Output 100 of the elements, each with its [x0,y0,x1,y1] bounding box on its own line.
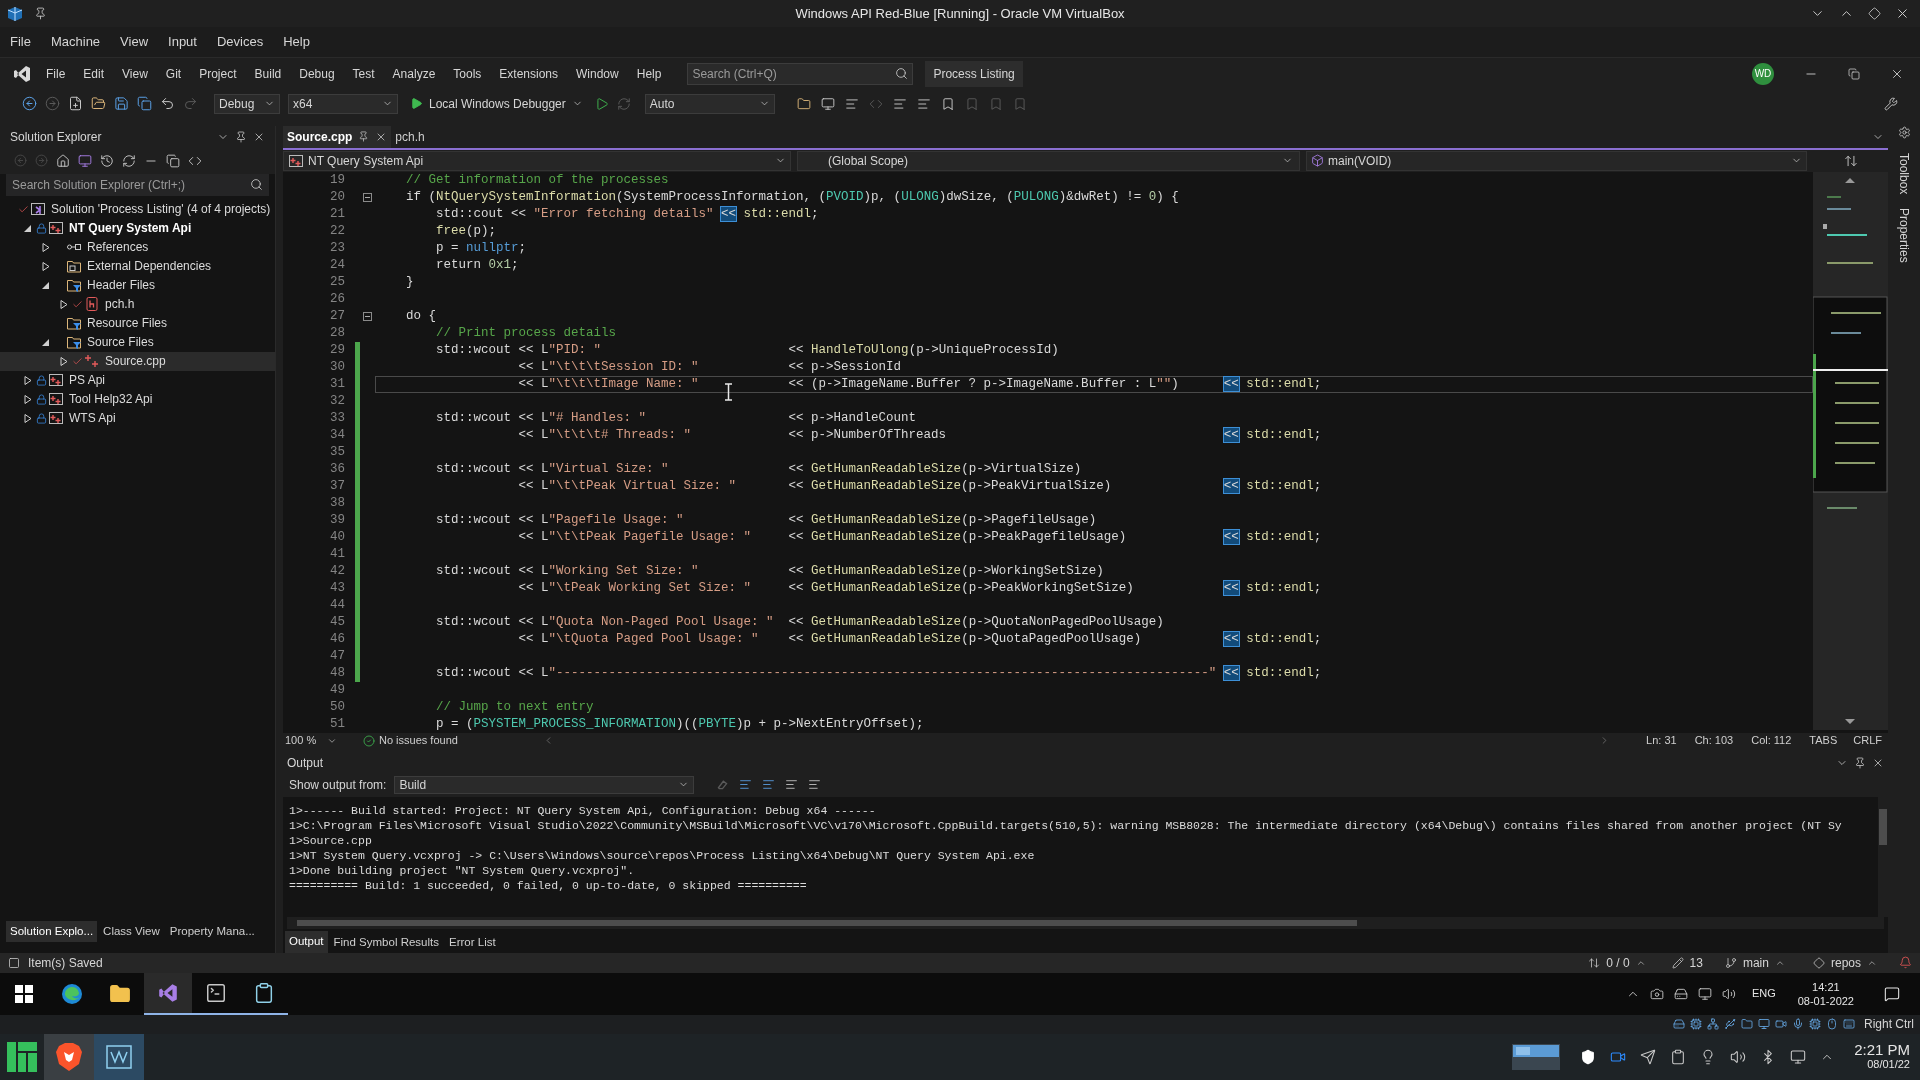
folder-icon[interactable] [796,96,811,111]
tree-item[interactable]: Header Files [0,275,275,295]
notifications-icon[interactable] [1884,985,1900,1002]
indent-indicator[interactable]: TABS [1809,732,1838,749]
uncomment-icon[interactable] [916,96,931,111]
language-indicator[interactable]: ENG [1751,985,1776,1002]
tree-item[interactable]: pch.h [0,294,275,314]
drive-icon[interactable] [1673,986,1688,1001]
menu-item[interactable]: Git [165,64,182,83]
document-tab[interactable]: Source.cpp [283,125,392,148]
next-message-icon[interactable] [762,778,776,791]
menu-item[interactable]: Analyze [392,64,436,83]
new-file-icon[interactable] [68,96,83,111]
undo-icon[interactable] [160,96,175,111]
tree-item[interactable]: Source.cpp [0,351,275,371]
clock[interactable]: 14:21 08-01-2022 [1797,979,1854,1008]
forward-icon[interactable] [45,96,60,111]
changes-count[interactable]: 0 / 0 [1606,953,1630,972]
menu-item[interactable]: Help [636,64,662,83]
virtual-machine-icon[interactable] [105,1043,133,1071]
tree-item[interactable]: Source Files [0,332,275,352]
clear-all-icon[interactable] [785,778,799,791]
collapsed-arrow-icon[interactable] [24,375,32,385]
video-call-icon[interactable] [1610,1049,1627,1065]
tree-item[interactable]: Tool Help32 Api [0,389,275,409]
menu-item[interactable]: Tools [453,64,482,83]
tree-item[interactable]: References [0,237,275,257]
terminal-icon[interactable] [205,981,227,1004]
project-dropdown[interactable]: NT Query System Api [283,150,791,171]
collapsed-arrow-icon[interactable] [42,261,50,271]
platform-dropdown[interactable]: x64 [288,93,398,114]
tree-item[interactable]: NT Query System Api [0,218,275,238]
panel-tab[interactable]: Solution Explo... [6,920,98,943]
branch-name[interactable]: main [1742,953,1769,972]
collapse-icon[interactable] [363,311,372,321]
side-tab[interactable]: Toolbox [1895,152,1913,194]
panel-tab[interactable]: Error List [445,931,500,954]
expanded-arrow-icon[interactable] [42,280,50,290]
clock[interactable]: 2:21 PM 08/01/22 [1854,1042,1910,1072]
history-icon[interactable] [100,153,114,168]
start-without-debugging-icon[interactable] [594,96,609,111]
panel-tab[interactable]: Class View [99,920,164,943]
menu-item[interactable]: Machine [50,32,101,52]
clear-icon[interactable] [716,778,730,791]
refresh-icon[interactable] [122,153,136,168]
start-debugging-button[interactable]: Local Windows Debugger [406,93,587,114]
tree-item[interactable]: Resource Files [0,313,275,333]
collapsed-arrow-icon[interactable] [24,394,32,404]
account-avatar[interactable]: WD [1752,62,1774,85]
save-all-icon[interactable] [137,96,152,111]
document-tab[interactable]: pch.h [391,125,429,148]
menu-item[interactable]: Input [168,32,197,52]
repository-name[interactable]: repos [1830,953,1861,972]
search-field[interactable]: Search (Ctrl+Q) [687,62,914,85]
side-tab[interactable]: Properties [1895,207,1913,263]
clipboard-icon[interactable] [1670,1049,1687,1065]
menu-item[interactable]: File [46,64,66,83]
configuration-dropdown[interactable]: Debug [214,93,280,114]
scope-dropdown[interactable]: (Global Scope) [797,150,1300,171]
collapsed-arrow-icon[interactable] [42,242,50,252]
tree-item[interactable]: PS Api [0,370,275,390]
file-explorer-icon[interactable] [109,982,131,1005]
expanded-arrow-icon[interactable] [24,223,32,233]
browser-icon[interactable] [61,982,83,1005]
menu-item[interactable]: Help [283,32,310,52]
menu-item[interactable]: File [10,32,31,52]
save-icon[interactable] [114,96,129,111]
tree-item[interactable]: External Dependencies [0,256,275,276]
menu-item[interactable]: Extensions [499,64,559,83]
comment-icon[interactable] [892,96,907,111]
menu-item[interactable]: Build [254,64,282,83]
menu-item[interactable]: Devices [216,32,264,52]
mode-dropdown[interactable]: Auto [644,93,775,114]
pin-icon[interactable] [34,7,47,21]
panel-tab[interactable]: Find Symbol Results [329,931,443,954]
collapsed-arrow-icon[interactable] [60,356,68,366]
line-ending-indicator[interactable]: CRLF [1853,732,1882,749]
windows-start-icon[interactable] [15,984,33,1003]
previous-message-icon[interactable] [739,778,753,791]
collapse-icon[interactable] [363,192,372,202]
copy-icon[interactable] [166,153,180,168]
menu-item[interactable]: Edit [83,64,105,83]
manjaro-logo[interactable] [7,1042,37,1072]
open-folder-icon[interactable] [91,96,106,111]
menu-item[interactable]: View [120,32,149,52]
menu-item[interactable]: Project [199,64,237,83]
menu-item[interactable]: Window [576,64,619,83]
function-dropdown[interactable]: main(VOID) [1306,150,1807,171]
lion-browser-icon[interactable] [55,1042,83,1072]
expanded-arrow-icon[interactable] [42,337,50,347]
volume-icon[interactable] [1730,1049,1747,1065]
tree-item[interactable]: WTS Api [0,408,275,428]
menu-item[interactable]: View [122,64,148,83]
notification-bell-icon[interactable] [1899,956,1912,969]
bookmark-icon[interactable] [940,96,955,111]
back-icon[interactable] [22,96,37,111]
panel-tab[interactable]: Output [285,931,328,954]
send-icon[interactable] [1640,1049,1657,1065]
menu-item[interactable]: Debug [299,64,335,83]
horizontal-scrollbar[interactable] [287,916,1884,929]
